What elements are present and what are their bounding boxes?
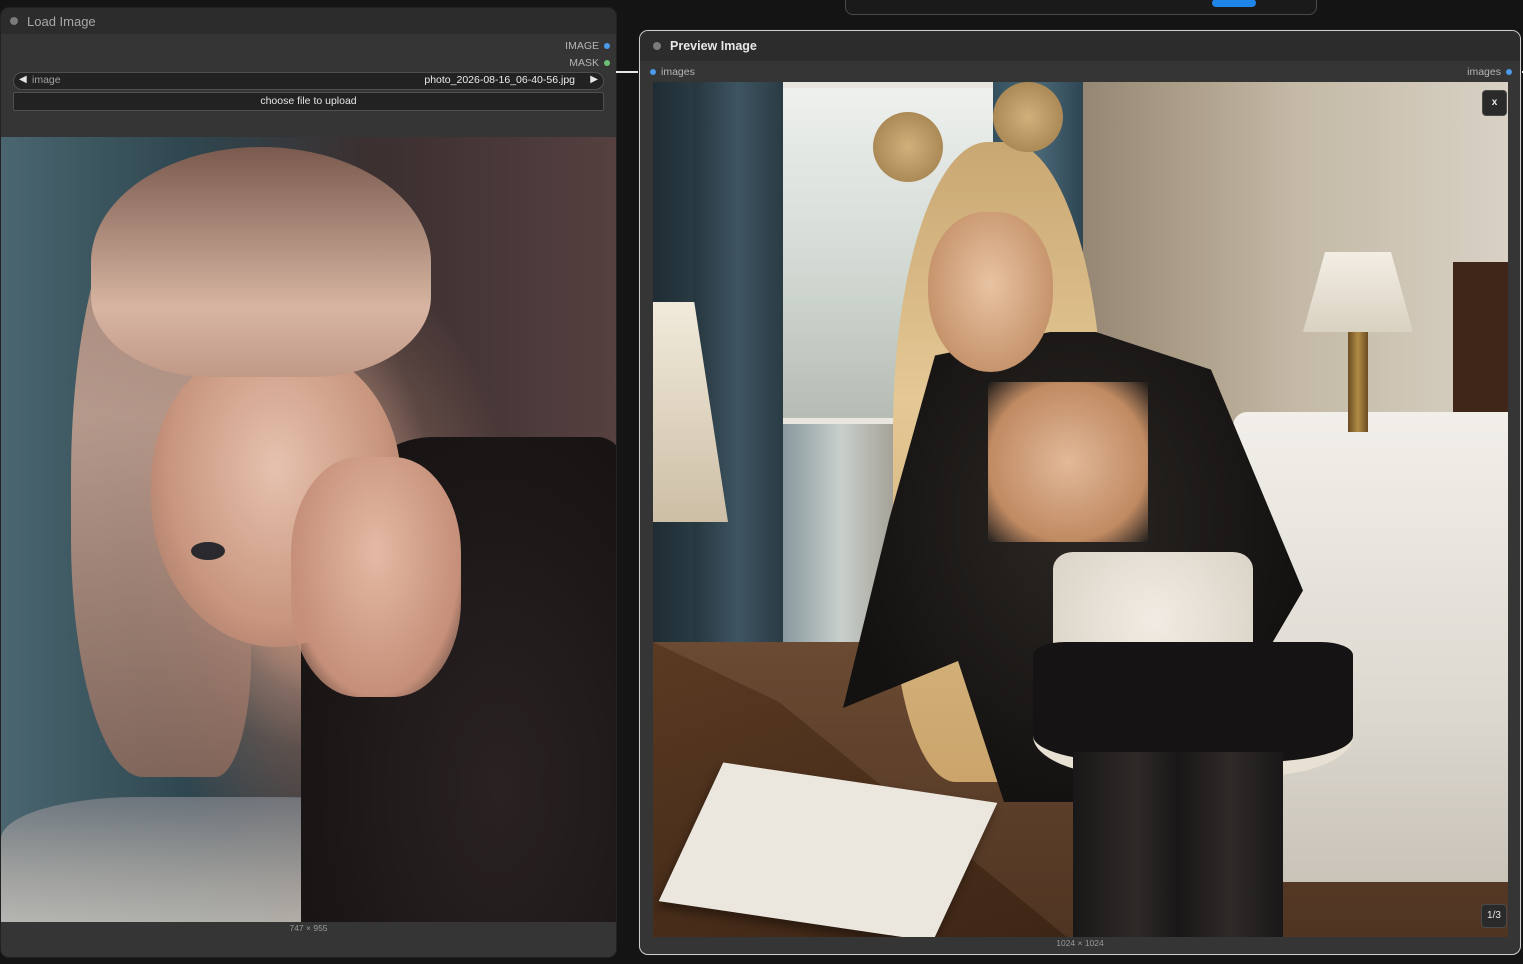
input-dot-icon[interactable] xyxy=(650,69,656,75)
node-header[interactable]: Load Image xyxy=(1,8,616,34)
preview-image-node[interactable]: Preview Image images images x 1/3 1024 ×… xyxy=(640,31,1520,954)
image-dimensions: 1024 × 1024 xyxy=(1056,938,1104,948)
node-title: Load Image xyxy=(27,13,96,29)
output-label: MASK xyxy=(569,57,599,69)
collapse-dot-icon[interactable] xyxy=(653,42,661,50)
widget-label: image xyxy=(32,74,61,86)
output-slot-images[interactable]: images xyxy=(1467,66,1512,78)
decrement-arrow-icon[interactable]: ◀ xyxy=(19,74,27,85)
load-image-node[interactable]: Load Image IMAGE MASK ◀ image photo_2026… xyxy=(1,8,616,957)
increment-arrow-icon[interactable]: ▶ xyxy=(590,74,598,85)
input-label: images xyxy=(661,66,695,78)
page-indicator[interactable]: 1/3 xyxy=(1481,904,1507,928)
widget-value[interactable]: photo_2026-08-16_06-40-56.jpg xyxy=(424,74,575,86)
output-slot-mask[interactable]: MASK xyxy=(569,57,610,69)
output-label: IMAGE xyxy=(565,40,599,52)
close-preview-button[interactable]: x xyxy=(1482,90,1507,116)
input-slot-images[interactable]: images xyxy=(650,66,695,78)
upload-button[interactable]: choose file to upload xyxy=(13,92,604,111)
collapse-dot-icon[interactable] xyxy=(10,17,18,25)
output-label: images xyxy=(1467,66,1501,78)
queue-button[interactable] xyxy=(1212,0,1256,7)
top-toolbar xyxy=(845,0,1317,15)
output-dot-icon[interactable] xyxy=(604,60,610,66)
output-dot-icon[interactable] xyxy=(1506,69,1512,75)
loaded-image-preview xyxy=(1,137,616,922)
image-combo-widget[interactable]: ◀ image photo_2026-08-16_06-40-56.jpg ▶ xyxy=(13,72,604,90)
preview-image[interactable] xyxy=(653,82,1508,937)
node-header[interactable]: Preview Image xyxy=(640,31,1520,61)
image-dimensions: 747 × 955 xyxy=(289,923,328,933)
output-dot-icon[interactable] xyxy=(604,43,610,49)
node-title: Preview Image xyxy=(670,39,757,53)
output-slot-image[interactable]: IMAGE xyxy=(565,40,610,52)
